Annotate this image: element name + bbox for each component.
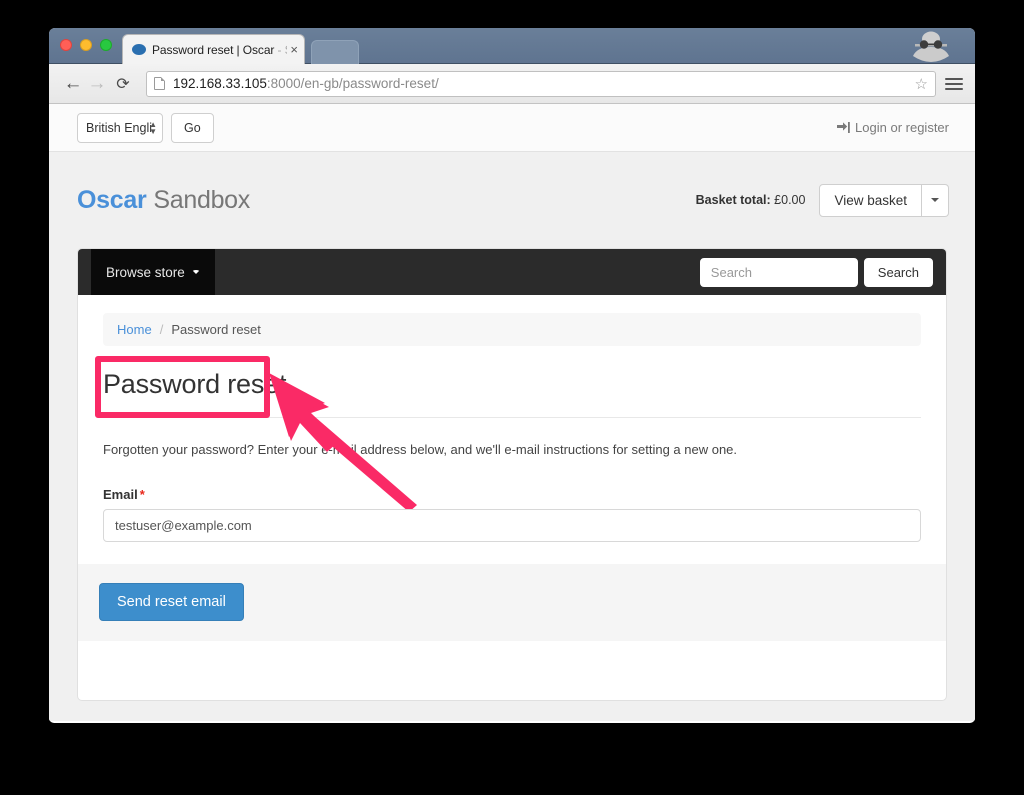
basket-total-value: £0.00 xyxy=(774,193,806,207)
breadcrumb-home-link[interactable]: Home xyxy=(117,322,152,337)
main-content: Password reset Forgotten your password? … xyxy=(78,369,946,542)
send-reset-email-button[interactable]: Send reset email xyxy=(99,583,244,621)
content-card: Browse store Search Home / Password rese… xyxy=(77,248,947,701)
oscar-favicon xyxy=(132,44,146,55)
chevron-down-icon xyxy=(191,270,200,274)
new-tab-button[interactable] xyxy=(311,40,359,64)
search-input[interactable] xyxy=(699,257,858,287)
browser-tab[interactable]: Password reset | Oscar - S × xyxy=(122,34,305,64)
address-bar[interactable]: 192.168.33.105:8000/en-gb/password-reset… xyxy=(146,70,936,97)
incognito-spy-icon xyxy=(913,31,949,62)
search-button[interactable]: Search xyxy=(863,257,933,287)
window-controls xyxy=(60,39,112,51)
language-select[interactable]: British Engli ▲ ▼ xyxy=(77,112,163,143)
bookmark-star-icon[interactable]: ☆ xyxy=(915,75,928,93)
chevron-down-icon xyxy=(931,198,939,202)
form-actions: Send reset email xyxy=(78,563,946,641)
reload-icon[interactable]: ⟳ xyxy=(111,72,135,96)
browse-store-menu[interactable]: Browse store xyxy=(91,249,215,295)
view-basket-button[interactable]: View basket xyxy=(819,183,922,217)
basket-total-label: Basket total: xyxy=(695,193,771,207)
title-divider xyxy=(103,417,921,418)
utility-bar: British Engli ▲ ▼ Go Login or register xyxy=(49,104,975,152)
breadcrumb-current: Password reset xyxy=(171,322,261,337)
browser-toolbar: ← → ⟳ 192.168.33.105:8000/en-gb/password… xyxy=(49,64,975,104)
minimize-window-button[interactable] xyxy=(80,39,92,51)
maximize-window-button[interactable] xyxy=(100,39,112,51)
email-field-label: Email * xyxy=(103,487,921,502)
page-body: Browse store Search Home / Password rese… xyxy=(49,248,975,721)
language-form: British Engli ▲ ▼ Go xyxy=(77,112,214,143)
site-logo[interactable]: Oscar Sandbox xyxy=(77,186,250,215)
basket-button-group: View basket xyxy=(819,183,949,217)
browse-store-label: Browse store xyxy=(106,264,185,280)
page-document-icon xyxy=(154,77,165,90)
url-text: 192.168.33.105:8000/en-gb/password-reset… xyxy=(173,76,439,91)
forward-icon: → xyxy=(87,72,107,94)
search-form: Search xyxy=(699,257,933,287)
page-viewport: British Engli ▲ ▼ Go Login or register Os… xyxy=(49,104,975,721)
site-navbar: Browse store Search xyxy=(78,249,946,295)
browser-tab-strip: Password reset | Oscar - S × xyxy=(49,28,975,64)
brand-suffix: Sandbox xyxy=(153,185,250,214)
login-or-register-link[interactable]: Login or register xyxy=(837,120,949,135)
breadcrumb-separator: / xyxy=(159,322,164,337)
basket-dropdown-button[interactable] xyxy=(922,183,949,217)
sign-in-icon xyxy=(837,122,850,133)
intro-text: Forgotten your password? Enter your e-ma… xyxy=(103,442,738,457)
close-window-button[interactable] xyxy=(60,39,72,51)
login-label: Login or register xyxy=(855,120,949,135)
basket-total: Basket total: £0.00 xyxy=(696,193,806,207)
browser-window: Password reset | Oscar - S × ← → ⟳ 192.1… xyxy=(49,28,975,723)
page-title: Password reset xyxy=(103,369,287,399)
required-marker: * xyxy=(139,486,145,502)
email-input[interactable] xyxy=(103,508,921,542)
brand-band: Oscar Sandbox Basket total: £0.00 View b… xyxy=(49,152,975,248)
email-label-text: Email xyxy=(103,486,138,502)
select-spinner-icon: ▲ ▼ xyxy=(149,119,157,136)
breadcrumb: Home / Password reset xyxy=(103,313,921,346)
language-select-value: British Engli xyxy=(86,120,152,135)
basket-zone: Basket total: £0.00 View basket xyxy=(696,183,949,217)
tab-title: Password reset | Oscar - S xyxy=(152,42,287,57)
brand-name: Oscar xyxy=(77,185,147,214)
close-tab-icon[interactable]: × xyxy=(290,43,298,56)
browser-menu-icon[interactable] xyxy=(945,77,963,90)
language-go-button[interactable]: Go xyxy=(171,112,214,143)
back-icon[interactable]: ← xyxy=(61,72,85,96)
